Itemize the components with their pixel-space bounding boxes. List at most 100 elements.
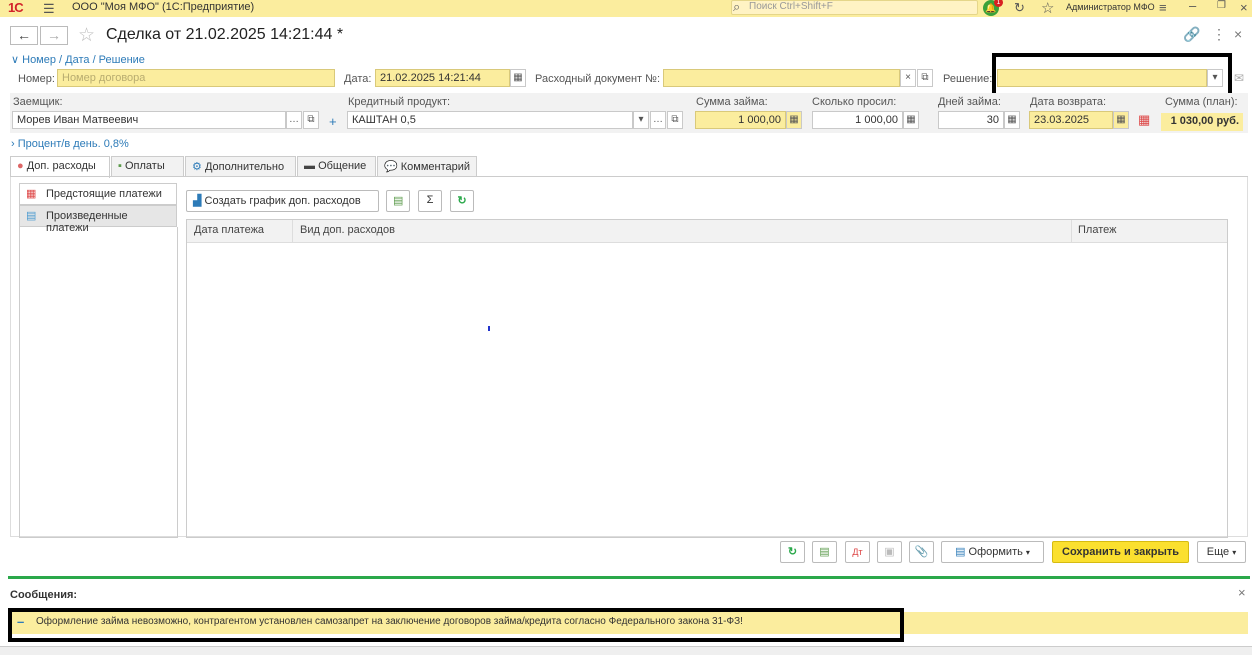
requested-input[interactable]: 1 000,00	[812, 111, 903, 129]
tab-payments[interactable]: ▪ Оплаты	[111, 156, 184, 177]
tab-label: Комментарий	[400, 161, 471, 173]
close-messages-icon[interactable]: ×	[1238, 585, 1246, 600]
print-label: Оформить	[968, 546, 1023, 558]
clear-icon[interactable]: ×	[900, 69, 916, 87]
requested-calculator-icon[interactable]: ▦	[903, 111, 919, 129]
expense-doc-input[interactable]	[663, 69, 900, 87]
tab-label: Общение	[318, 160, 367, 172]
highlight-decision-box	[992, 53, 1232, 98]
expense-doc-label: Расходный документ №:	[535, 73, 660, 85]
chevron-down-icon: ▾	[1025, 548, 1030, 557]
tab-label: Оплаты	[124, 160, 165, 172]
amount-input[interactable]: 1 000,00	[695, 111, 786, 129]
page-title: Сделка от 21.02.2025 14:21:44 *	[106, 26, 344, 43]
tab-additional-expenses[interactable]: ● Доп. расходы	[10, 156, 110, 178]
calendar-picker-icon[interactable]: ▦	[510, 69, 526, 87]
refresh-icon[interactable]: ↻	[450, 190, 474, 212]
open-icon[interactable]: ⧉	[917, 69, 933, 87]
messages-divider	[8, 576, 1250, 579]
app-title: ООО "Моя МФО" (1С:Предприятие)	[72, 1, 255, 13]
save-and-close-button[interactable]: Сохранить и закрыть	[1052, 541, 1189, 563]
tab-additional[interactable]: ⚙ Дополнительно	[185, 156, 296, 177]
days-calculator-icon[interactable]: ▦	[1004, 111, 1020, 129]
forward-button[interactable]: →	[40, 26, 68, 45]
borrower-input[interactable]: Морев Иван Матвеевич	[12, 111, 286, 129]
messages-title: Сообщения:	[10, 589, 78, 601]
column-header-type[interactable]: Вид доп. расходов	[300, 224, 395, 236]
create-schedule-label: Создать график доп. расходов	[204, 195, 361, 207]
export-icon[interactable]: ▤	[386, 190, 410, 212]
chat-icon: ▬	[304, 160, 315, 172]
close-window-icon[interactable]: ×	[1240, 0, 1248, 15]
window-tabs-bar	[0, 646, 1252, 655]
settings-menu-icon[interactable]: ≡	[1159, 0, 1167, 15]
bookmark-star-icon[interactable]: ☆	[78, 24, 95, 47]
product-open-icon[interactable]: ⧉	[667, 111, 683, 129]
printer-icon: ▤	[955, 546, 966, 558]
post-document-icon[interactable]: ▤	[812, 541, 837, 563]
tab-label: Дополнительно	[204, 161, 285, 173]
column-separator	[292, 220, 293, 243]
create-schedule-button[interactable]: ▟ Создать график доп. расходов	[186, 190, 379, 212]
more-vert-icon[interactable]: ⋮	[1212, 26, 1226, 43]
product-select-button[interactable]: …	[650, 111, 666, 129]
product-select[interactable]: КАШТАН 0,5	[347, 111, 633, 129]
collapse-number-date-group[interactable]: ∨ Номер / Дата / Решение	[11, 53, 145, 66]
number-input[interactable]: Номер договора	[57, 69, 335, 87]
side-item-label: Предстоящие платежи	[46, 188, 162, 200]
refresh-form-icon[interactable]: ↻	[780, 541, 805, 563]
ledger-icon[interactable]: Дт	[845, 541, 870, 563]
payments-table	[186, 219, 1228, 538]
borrower-open-icon[interactable]: ⧉	[303, 111, 319, 129]
calendar-icon: ▦	[26, 188, 37, 200]
borrower-select-button[interactable]: …	[286, 111, 302, 129]
date-input[interactable]: 21.02.2025 14:21:44	[375, 69, 510, 87]
link-icon[interactable]: 🔗	[1183, 26, 1200, 43]
product-dropdown-icon[interactable]: ▾	[633, 111, 649, 129]
return-date-input[interactable]: 23.03.2025	[1029, 111, 1113, 129]
sum-button[interactable]: Σ	[418, 190, 442, 212]
cursor-mark	[488, 326, 490, 331]
tab-comment[interactable]: 💬 Комментарий	[377, 156, 477, 177]
side-item-done[interactable]: ▤ Произведенные платежи	[19, 205, 177, 234]
column-separator	[1071, 220, 1072, 243]
side-item-upcoming[interactable]: ▦ Предстоящие платежи	[19, 183, 177, 205]
plan-sum-value: 1 030,00 руб.	[1161, 113, 1243, 131]
user-name[interactable]: Администратор МФО	[1066, 2, 1155, 12]
tab-label: Доп. расходы	[26, 160, 96, 172]
history-icon[interactable]: ↻	[1014, 0, 1025, 16]
borrower-label: Заемщик:	[13, 96, 63, 108]
return-date-calendar-icon[interactable]: ▦	[1113, 111, 1129, 129]
payment-icon: ▪	[118, 160, 122, 172]
more-button[interactable]: Еще ▾	[1197, 541, 1246, 563]
percent-label: Процент/в день. 0,8%	[17, 138, 129, 150]
days-input[interactable]: 30	[938, 111, 1004, 129]
days-label: Дней займа:	[938, 96, 1001, 108]
return-date-label: Дата возврата:	[1030, 96, 1107, 108]
comment-icon: 💬	[384, 161, 398, 173]
app-logo[interactable]: 1С	[8, 0, 24, 15]
mail-icon[interactable]: ✉	[1234, 71, 1244, 85]
chevron-right-icon: ›	[11, 138, 15, 150]
decision-label: Решение:	[943, 73, 993, 85]
side-column	[19, 227, 178, 538]
print-button[interactable]: ▤ Оформить ▾	[941, 541, 1044, 563]
hamburger-menu-icon[interactable]: ☰	[43, 1, 55, 17]
column-header-date[interactable]: Дата платежа	[194, 224, 264, 236]
structure-icon[interactable]: ▣	[877, 541, 902, 563]
back-button[interactable]: ←	[10, 26, 38, 45]
search-icon: ⌕	[733, 0, 741, 14]
amount-calculator-icon[interactable]: ▦	[786, 111, 802, 129]
attachment-icon[interactable]: 📎	[909, 541, 934, 563]
restore-icon[interactable]: ❐	[1217, 0, 1226, 11]
tab-communication[interactable]: ▬ Общение	[297, 156, 376, 177]
calendar-icon[interactable]: ▦	[1138, 112, 1150, 128]
column-header-payment[interactable]: Платеж	[1078, 224, 1116, 236]
favorites-star-icon[interactable]: ☆	[1041, 0, 1054, 17]
percent-group-link[interactable]: › Процент/в день. 0,8%	[11, 138, 129, 150]
date-label: Дата:	[344, 73, 372, 85]
close-form-icon[interactable]: ×	[1234, 26, 1242, 42]
add-borrower-icon[interactable]: +	[329, 114, 337, 129]
plan-sum-label: Сумма (план):	[1165, 96, 1238, 108]
minimize-icon[interactable]: –	[1189, 0, 1196, 13]
